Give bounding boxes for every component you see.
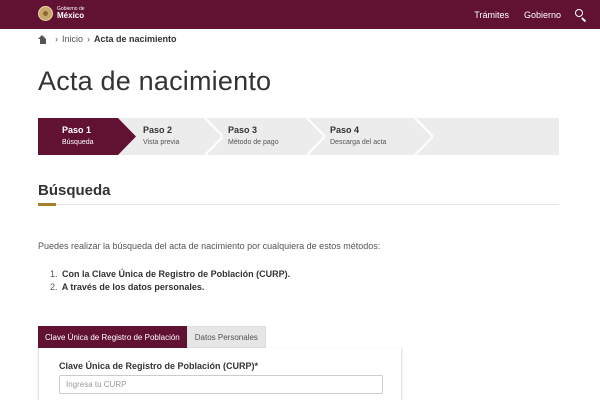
section-divider: [38, 204, 559, 205]
step-2-subtitle: Vista previa: [143, 139, 180, 146]
nav-gobierno[interactable]: Gobierno: [524, 10, 561, 20]
step-4: Paso 4 Descarga del acta: [307, 118, 433, 155]
section-title: Búsqueda: [38, 182, 111, 199]
list-item: 2. A través de los datos personales.: [50, 281, 290, 294]
step-3-subtitle: Método de pago: [228, 139, 279, 146]
breadcrumb-current: Acta de nacimiento: [94, 34, 177, 44]
section-accent-bar: [38, 203, 56, 206]
main-nav: Trámites Gobierno: [459, 0, 588, 29]
search-icon[interactable]: [574, 8, 588, 22]
breadcrumb: › Inicio › Acta de nacimiento: [38, 33, 177, 45]
step-2-title: Paso 2: [143, 125, 173, 135]
step-3: Paso 3 Método de pago: [205, 118, 325, 155]
curp-form-panel: Clave Única de Registro de Población (CU…: [38, 348, 402, 400]
curp-field-label: Clave Única de Registro de Población (CU…: [59, 361, 259, 371]
list-number: 1.: [50, 269, 58, 279]
progress-stepper: Paso 1 Búsqueda Paso 2 Vista previa Paso…: [38, 118, 559, 155]
step-1-subtitle: Búsqueda: [62, 139, 94, 146]
list-item-text: A través de los datos personales.: [61, 282, 205, 292]
top-navbar: Gobierno de México Trámites Gobierno: [0, 0, 600, 29]
logo-big-text: México: [57, 11, 85, 20]
list-item: 1. Con la Clave Única de Registro de Pob…: [50, 268, 290, 281]
seal-icon: [38, 6, 53, 21]
search-method-tabs: Clave Única de Registro de Población Dat…: [38, 326, 266, 348]
step-4-title: Paso 4: [330, 125, 360, 135]
tab-datos-personales[interactable]: Datos Personales: [186, 326, 266, 348]
list-number: 2.: [50, 282, 58, 292]
tab-curp[interactable]: Clave Única de Registro de Población: [38, 326, 187, 348]
step-1-title: Paso 1: [62, 125, 92, 135]
step-4-subtitle: Descarga del acta: [330, 139, 387, 146]
page-title: Acta de nacimiento: [38, 66, 272, 96]
gobierno-logo[interactable]: Gobierno de México: [38, 6, 85, 21]
intro-text: Puedes realizar la búsqueda del acta de …: [38, 241, 381, 251]
logo-text: Gobierno de México: [57, 7, 85, 20]
nav-tramites[interactable]: Trámites: [474, 10, 509, 20]
step-1: Paso 1 Búsqueda: [38, 118, 136, 155]
home-icon[interactable]: [38, 34, 47, 44]
breadcrumb-inicio[interactable]: Inicio: [62, 34, 83, 44]
methods-list: 1. Con la Clave Única de Registro de Pob…: [50, 268, 290, 294]
list-item-text: Con la Clave Única de Registro de Poblac…: [62, 269, 291, 279]
chevron-right-icon: ›: [87, 34, 91, 44]
curp-input[interactable]: [59, 375, 383, 394]
step-3-title: Paso 3: [228, 125, 258, 135]
chevron-right-icon: ›: [55, 34, 58, 44]
